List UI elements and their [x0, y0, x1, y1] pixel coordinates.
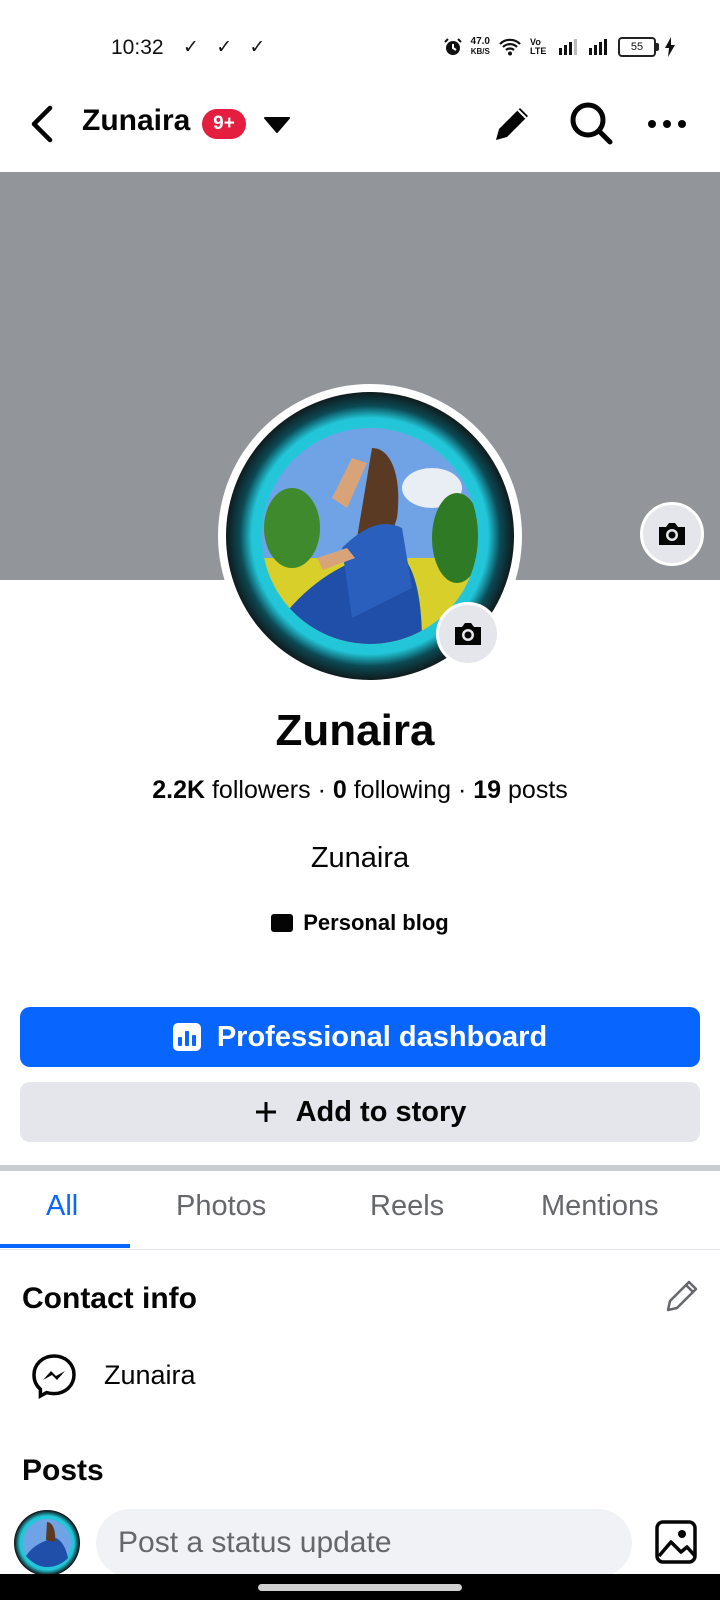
- profile-name: Zunaira: [275, 706, 435, 755]
- dashboard-icon: [172, 1023, 201, 1051]
- folder-icon: [271, 914, 294, 932]
- posts-heading: Posts: [22, 1454, 104, 1487]
- back-arrow-icon[interactable]: [24, 100, 64, 148]
- profile-bio: Zunaira: [310, 842, 410, 874]
- search-icon[interactable]: [566, 98, 616, 148]
- messenger-icon: [32, 1354, 76, 1399]
- net-speed-value: 47.0: [470, 36, 490, 47]
- network-speed: 47.0 KB/S: [471, 37, 490, 57]
- status-time: 10:32: [111, 36, 164, 59]
- story-label: Add to story: [295, 1095, 467, 1128]
- status-notification-icons: ✓ ✓ ✓: [183, 37, 272, 58]
- posts-count: 19: [473, 776, 502, 804]
- profile-category: Personal blog: [0, 910, 720, 936]
- followers-label: followers: [211, 776, 311, 804]
- posts-link[interactable]: 19 posts: [473, 776, 568, 804]
- charging-icon: [665, 37, 675, 57]
- tab-all[interactable]: All: [46, 1190, 78, 1223]
- tab-reels[interactable]: Reels: [370, 1190, 444, 1223]
- more-options-icon[interactable]: [644, 104, 690, 144]
- alarm-icon: [443, 38, 462, 55]
- status-update-input[interactable]: Post a status update: [96, 1509, 632, 1577]
- following-link[interactable]: 0 following: [333, 776, 451, 804]
- home-gesture-handle[interactable]: [258, 1584, 462, 1591]
- edit-contact-pencil-icon[interactable]: [662, 1276, 702, 1316]
- followers-link[interactable]: 2.2K followers: [152, 776, 310, 804]
- active-tab-indicator: [0, 1244, 130, 1248]
- add-to-story-button[interactable]: Add to story: [20, 1082, 700, 1142]
- edit-profile-picture-button[interactable]: [436, 602, 500, 666]
- following-label: following: [353, 776, 452, 804]
- camera-icon: [659, 523, 685, 545]
- stats-separator: ·: [457, 776, 467, 804]
- caret-down-icon[interactable]: [262, 112, 292, 136]
- camera-icon: [455, 623, 481, 645]
- profile-stats: 2.2K followers · 0 following · 19 posts: [0, 776, 720, 805]
- photo-icon[interactable]: [654, 1516, 698, 1568]
- stats-separator: ·: [317, 776, 326, 804]
- volte-indicator: Vo LTE: [530, 37, 547, 56]
- posts-label: posts: [508, 776, 568, 804]
- notification-badge: 9+: [202, 109, 246, 139]
- avatar-image: [23, 1519, 71, 1567]
- signal-icon-2: [589, 39, 607, 55]
- following-count: 0: [332, 776, 347, 804]
- messenger-contact[interactable]: Zunaira: [104, 1360, 196, 1391]
- header-profile-name[interactable]: Zunaira: [82, 104, 190, 138]
- professional-dashboard-button[interactable]: Professional dashboard: [20, 1007, 700, 1067]
- composer-avatar[interactable]: [14, 1510, 80, 1576]
- followers-count: 2.2K: [152, 776, 206, 804]
- tab-mentions[interactable]: Mentions: [541, 1190, 659, 1223]
- pencil-icon[interactable]: [488, 100, 536, 148]
- contact-info-heading: Contact info: [22, 1282, 197, 1315]
- status-indicators: 47.0 KB/S Vo LTE 55: [443, 34, 676, 60]
- net-speed-unit: KB/S: [470, 47, 490, 56]
- signal-icon-1: [559, 39, 577, 55]
- wifi-icon: [499, 38, 521, 56]
- category-label: Personal blog: [303, 910, 449, 935]
- edit-cover-button[interactable]: [640, 502, 704, 566]
- battery-indicator: 55: [618, 37, 659, 57]
- tab-photos[interactable]: Photos: [176, 1190, 266, 1223]
- dashboard-label: Professional dashboard: [216, 1020, 548, 1053]
- plus-icon: [255, 1102, 276, 1122]
